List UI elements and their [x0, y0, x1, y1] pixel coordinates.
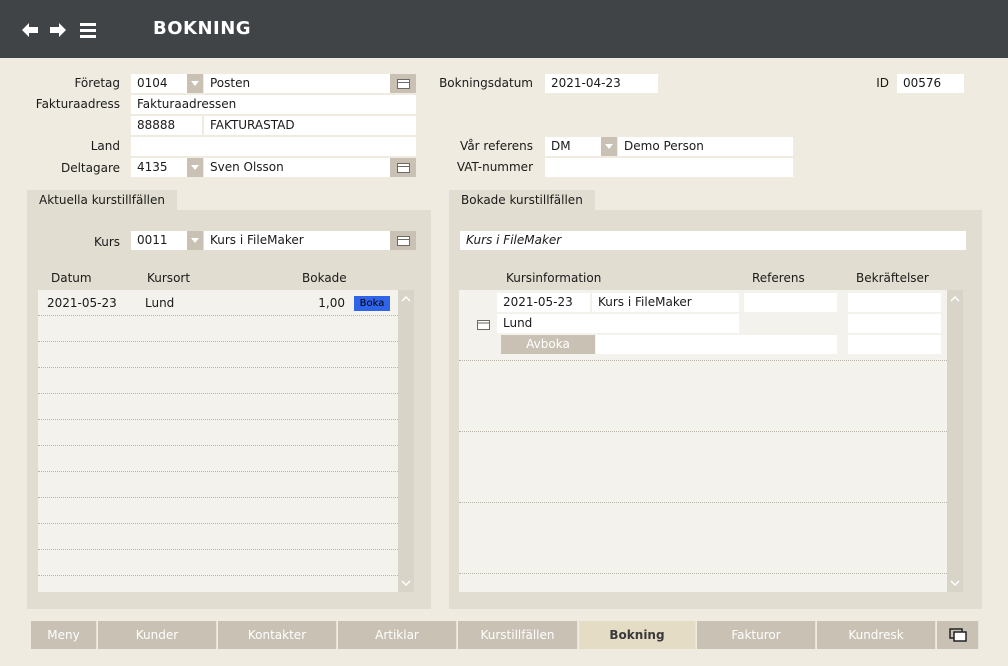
- list-item: [459, 432, 947, 503]
- back-arrow-icon[interactable]: [20, 20, 40, 40]
- tab-kundresk[interactable]: Kundresk: [817, 621, 936, 649]
- tab-aktuella-kurstillfallen[interactable]: Aktuella kurstillfällen: [27, 190, 177, 210]
- card-icon[interactable]: [390, 74, 416, 93]
- list-item: 2021-05-23 Kurs i FileMaker Lund Avboka: [459, 290, 947, 361]
- table-row: [38, 368, 398, 394]
- list-item: [459, 361, 947, 432]
- tab-bokning[interactable]: Bokning: [579, 621, 696, 649]
- vat-field[interactable]: [545, 158, 793, 177]
- col-kursinformation[interactable]: Kursinformation: [506, 271, 601, 285]
- tab-bokade-kurstillfallen[interactable]: Bokade kurstillfällen: [449, 190, 595, 210]
- kurs-name-field[interactable]: Kurs i FileMaker: [204, 231, 390, 250]
- table-row: [38, 446, 398, 472]
- tab-kontakter[interactable]: Kontakter: [218, 621, 337, 649]
- table-row: [38, 550, 398, 576]
- ort-field[interactable]: FAKTURASTAD: [204, 116, 416, 135]
- boka-button[interactable]: Boka: [354, 296, 390, 311]
- booking-bekraftelse-field-3[interactable]: [848, 335, 941, 354]
- booking-datum-field[interactable]: 2021-05-23: [497, 293, 590, 312]
- table-row: [38, 420, 398, 446]
- list-item: [459, 503, 947, 574]
- row-kursort: Lund: [145, 296, 175, 310]
- table-row: [38, 524, 398, 550]
- table-row: [38, 316, 398, 342]
- chevron-down-icon[interactable]: [187, 231, 203, 250]
- vat-label: VAT-nummer: [456, 160, 533, 174]
- id-label: ID: [876, 76, 889, 90]
- booking-referens-field[interactable]: [744, 293, 837, 312]
- deltagare-label: Deltagare: [60, 161, 120, 175]
- chevron-up-icon[interactable]: [401, 294, 411, 304]
- fakturaadress-label: Fakturaadress: [35, 97, 120, 111]
- bokad-kurs-title: Kurs i FileMaker: [460, 231, 966, 250]
- booking-note-field[interactable]: [596, 335, 837, 354]
- booking-kurs-field[interactable]: Kurs i FileMaker: [592, 293, 739, 312]
- tab-fakturor[interactable]: Fakturor: [697, 621, 816, 649]
- land-label: Land: [90, 139, 120, 153]
- deltagare-name-field[interactable]: Sven Olsson: [204, 158, 390, 177]
- table-row: [38, 342, 398, 368]
- window-button[interactable]: [937, 621, 979, 649]
- bokningsdatum-label: Bokningsdatum: [439, 76, 533, 90]
- card-icon[interactable]: [477, 320, 490, 330]
- table-row: [38, 394, 398, 420]
- col-datum[interactable]: Datum: [51, 271, 92, 285]
- bokningsdatum-field[interactable]: 2021-04-23: [545, 74, 658, 93]
- deltagare-code-field[interactable]: 4135: [131, 158, 187, 177]
- col-referens[interactable]: Referens: [752, 271, 805, 285]
- header-bar: BOKNING: [0, 0, 1008, 58]
- card-icon[interactable]: [390, 158, 416, 177]
- foretag-name-field[interactable]: Posten: [204, 74, 390, 93]
- page-title: BOKNING: [153, 18, 252, 39]
- chevron-down-icon[interactable]: [950, 578, 960, 588]
- fakturaadress-field[interactable]: Fakturaadressen: [131, 95, 416, 114]
- col-kursort[interactable]: Kursort: [147, 271, 190, 285]
- foretag-code-field[interactable]: 0104: [131, 74, 187, 93]
- avboka-button[interactable]: Avboka: [501, 335, 595, 354]
- row-datum: 2021-05-23: [47, 296, 117, 310]
- chevron-down-icon[interactable]: [601, 137, 617, 156]
- table-row[interactable]: 2021-05-23 Lund 1,00 Boka: [38, 290, 398, 316]
- chevron-down-icon[interactable]: [187, 74, 203, 93]
- card-icon[interactable]: [390, 231, 416, 250]
- foretag-label: Företag: [74, 76, 120, 90]
- table-row: [38, 498, 398, 524]
- var-referens-label: Vår referens: [460, 139, 533, 153]
- row-bokade: 1,00: [318, 296, 345, 310]
- chevron-down-icon[interactable]: [187, 158, 203, 177]
- menu-icon[interactable]: [78, 20, 98, 40]
- postnr-field[interactable]: 88888: [131, 116, 202, 135]
- booking-bekraftelse-field-2[interactable]: [848, 314, 941, 333]
- booking-bekraftelse-field[interactable]: [848, 293, 941, 312]
- table-row: [38, 472, 398, 498]
- tab-artiklar[interactable]: Artiklar: [338, 621, 457, 649]
- chevron-down-icon[interactable]: [401, 578, 411, 588]
- var-referens-name-field[interactable]: Demo Person: [618, 137, 793, 156]
- tab-meny[interactable]: Meny: [31, 621, 97, 649]
- window-icon: [949, 628, 967, 642]
- forward-arrow-icon[interactable]: [48, 20, 68, 40]
- col-bokade[interactable]: Bokade: [302, 271, 347, 285]
- bokade-list: 2021-05-23 Kurs i FileMaker Lund Avboka: [459, 290, 947, 592]
- aktuella-list: 2021-05-23 Lund 1,00 Boka: [38, 290, 398, 592]
- booking-ort-field[interactable]: Lund: [497, 314, 739, 333]
- col-bekraftelser[interactable]: Bekräftelser: [856, 271, 929, 285]
- var-referens-code-field[interactable]: DM: [545, 137, 601, 156]
- land-field[interactable]: [131, 137, 416, 156]
- tab-kunder[interactable]: Kunder: [98, 621, 217, 649]
- kurs-code-field[interactable]: 0011: [131, 231, 187, 250]
- id-field: 00576: [897, 74, 964, 93]
- chevron-up-icon[interactable]: [950, 294, 960, 304]
- left-scrollbar[interactable]: [398, 290, 414, 592]
- right-scrollbar[interactable]: [947, 290, 963, 592]
- kurs-label: Kurs: [93, 235, 120, 249]
- tab-kurstillfallen[interactable]: Kurstillfällen: [458, 621, 578, 649]
